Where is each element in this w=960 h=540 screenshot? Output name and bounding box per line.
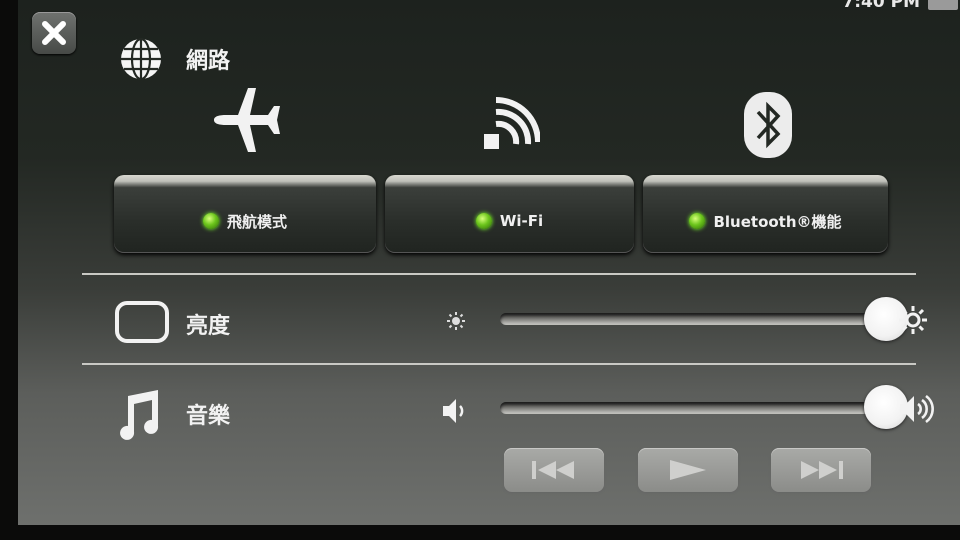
play-button[interactable]: [638, 448, 738, 492]
speaker-high-icon: [900, 394, 934, 424]
brightness-title: 亮度: [186, 314, 231, 339]
airplane-mode-toggle[interactable]: 飛航模式: [114, 175, 376, 253]
play-icon: [670, 460, 706, 480]
divider-brightness: [82, 363, 916, 365]
network-title: 網路: [186, 49, 231, 74]
battery-icon: [928, 0, 958, 10]
music-note-icon: [120, 390, 159, 440]
brightness-slider[interactable]: [500, 313, 890, 325]
volume-slider[interactable]: [500, 402, 890, 414]
globe-icon: [121, 37, 161, 81]
airplane-icon: [214, 88, 280, 152]
brightness-high-icon: [899, 306, 927, 334]
close-button[interactable]: [32, 12, 76, 54]
next-button[interactable]: [771, 448, 871, 492]
wifi-toggle[interactable]: Wi-Fi: [385, 175, 634, 253]
wifi-status-led: [475, 213, 492, 229]
next-icon: [801, 461, 843, 479]
music-title: 音樂: [186, 404, 231, 429]
wifi-label: Wi-Fi: [499, 212, 544, 230]
previous-button[interactable]: [504, 448, 604, 492]
bluetooth-status-led: [689, 213, 706, 229]
bluetooth-toggle[interactable]: Bluetooth®機能: [643, 175, 888, 253]
bluetooth-label: Bluetooth®機能: [713, 212, 842, 231]
airplane-mode-label: 飛航模式: [226, 212, 287, 231]
screen-icon: [115, 301, 169, 343]
airplane-status-led: [202, 213, 219, 229]
wifi-icon: [484, 97, 540, 149]
bluetooth-icon: [744, 92, 792, 158]
speaker-low-icon: [443, 399, 464, 423]
divider-network: [82, 273, 916, 275]
control-panel: 7:40 PM 網路 飛航模式 Wi-Fi Bluetooth®機能 亮度 音樂: [18, 0, 960, 525]
brightness-low-icon: [447, 312, 465, 330]
close-icon: [42, 21, 66, 45]
status-time: 7:40 PM: [842, 0, 920, 12]
previous-icon: [532, 461, 574, 479]
